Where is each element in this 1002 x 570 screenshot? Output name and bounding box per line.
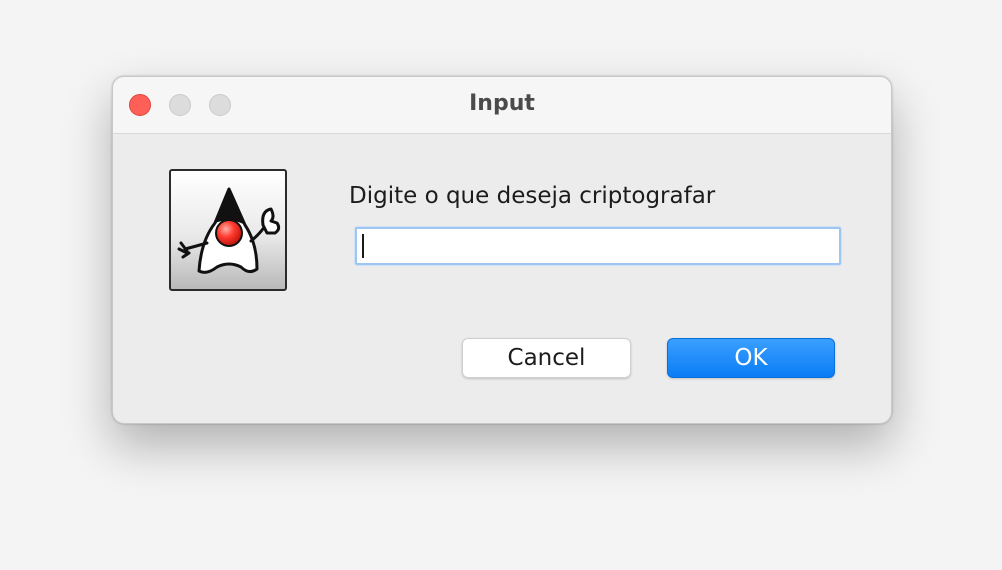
text-input-field[interactable] <box>355 227 841 265</box>
text-caret <box>362 234 364 258</box>
zoom-window-button <box>209 94 231 116</box>
cancel-button[interactable]: Cancel <box>462 338 631 378</box>
ok-button[interactable]: OK <box>667 338 835 378</box>
title-bar[interactable]: Input <box>113 77 891 134</box>
java-duke-icon <box>169 169 287 291</box>
criptografar-input[interactable] <box>357 229 839 263</box>
close-window-button[interactable] <box>129 94 151 116</box>
minimize-window-button <box>169 94 191 116</box>
input-dialog-window: Input Digite o que deseja criptografar C… <box>112 76 892 424</box>
prompt-label: Digite o que deseja criptografar <box>349 183 716 209</box>
